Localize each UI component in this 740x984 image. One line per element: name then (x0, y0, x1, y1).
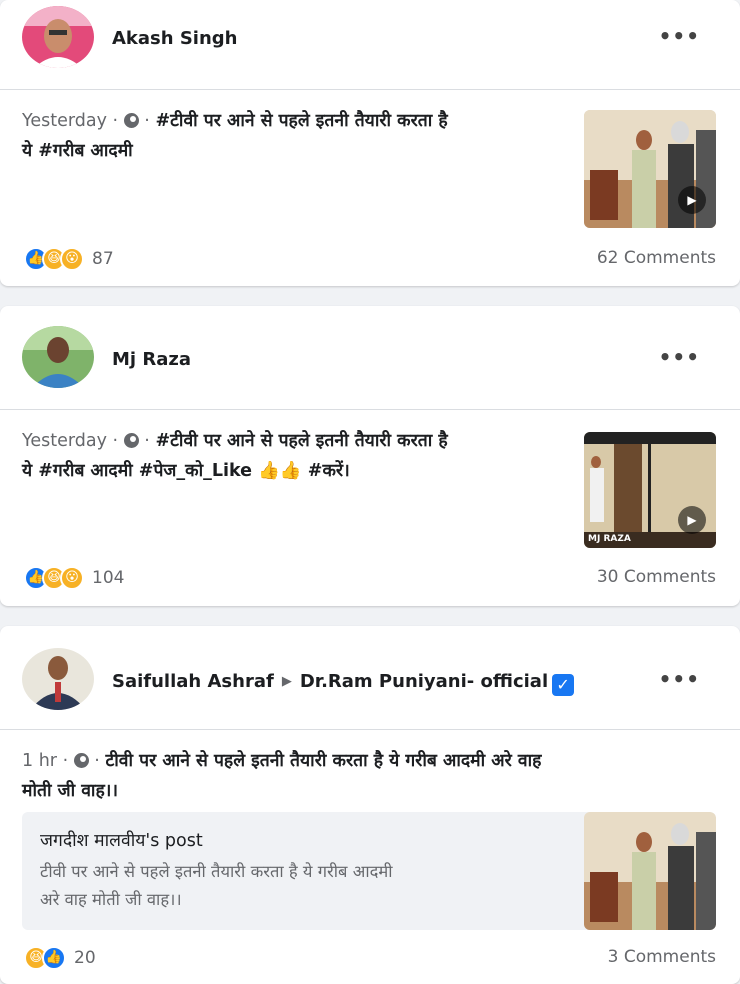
author-line: Saifullah Ashraf ▶ Dr.Ram Puniyani- offici… (112, 671, 575, 696)
post-text-line: ये #गरीब आदमी #पेज_को_Like 👍👍 #करें। (22, 461, 350, 481)
post-time[interactable]: Yesterday (22, 431, 107, 451)
post-card: Akash Singh ••• Yesterday · · #टीवी पर आ… (0, 0, 740, 286)
wow-reaction-icon: 😮 (60, 247, 84, 271)
post-time[interactable]: 1 hr (22, 751, 57, 771)
shared-post-thumbnail[interactable] (584, 812, 716, 930)
shared-post-line: अरे वाह मोती जी वाह।। (40, 890, 182, 909)
comments-link[interactable]: 3 Comments (608, 947, 716, 967)
separator: · (144, 431, 150, 451)
video-thumbnail[interactable]: ▶ MJ RAZA (584, 432, 716, 548)
target-page-name[interactable]: Dr.Ram Puniyani- official (300, 671, 548, 692)
reactions-summary[interactable]: 👍 😆 😮 104 (24, 565, 124, 591)
shared-post-preview[interactable]: जगदीश मालवीय's post टीवी पर आने से पहले … (22, 812, 716, 930)
shared-post-text: टीवी पर आने से पहले इतनी तैयारी करता है … (40, 858, 570, 914)
author-name[interactable]: Mj Raza (112, 349, 191, 370)
separator: · (112, 431, 119, 451)
more-options-icon[interactable]: ••• (659, 24, 700, 48)
globe-icon (123, 113, 139, 128)
post-text: 1 hr · · टीवी पर आने से पहले इतनी तैयारी… (22, 746, 712, 806)
avatar[interactable] (22, 326, 94, 388)
more-options-icon[interactable]: ••• (659, 345, 700, 369)
post-header: Saifullah Ashraf ▶ Dr.Ram Puniyani- offici… (0, 626, 740, 730)
post-text-content: #टीवी पर आने से पहले इतनी तैयारी करता है (155, 431, 448, 451)
avatar-image (22, 648, 94, 710)
shared-to-arrow-icon: ▶ (281, 674, 292, 689)
reactions-summary[interactable]: 😆 👍 20 (24, 945, 96, 971)
thumbnail-watermark: MJ RAZA (588, 534, 631, 544)
play-icon[interactable]: ▶ (678, 186, 706, 214)
post-text-line: मोती जी वाह।। (22, 781, 119, 801)
reaction-count: 87 (92, 249, 114, 269)
comments-link[interactable]: 62 Comments (597, 248, 716, 268)
post-header: Akash Singh ••• (0, 0, 740, 90)
post-text-line: 1 hr · · टीवी पर आने से पहले इतनी तैयारी… (22, 746, 712, 776)
separator: · (144, 111, 150, 131)
separator: · (62, 751, 69, 771)
shared-post-title[interactable]: जगदीश मालवीय's post (40, 828, 203, 852)
post-text-line: Yesterday · · #टीवी पर आने से पहले इतनी … (22, 426, 567, 456)
avatar[interactable] (22, 6, 94, 68)
post-time[interactable]: Yesterday (22, 111, 107, 131)
post-text: Yesterday · · #टीवी पर आने से पहले इतनी … (22, 426, 567, 486)
play-icon[interactable]: ▶ (678, 506, 706, 534)
avatar-image (22, 6, 94, 68)
reaction-count: 20 (74, 948, 96, 968)
video-thumbnail[interactable]: ▶ (584, 110, 716, 228)
author-name[interactable]: Akash Singh (112, 28, 238, 49)
comments-link[interactable]: 30 Comments (597, 567, 716, 587)
post-text-content: #टीवी पर आने से पहले इतनी तैयारी करता है (155, 111, 448, 131)
shared-post-line: टीवी पर आने से पहले इतनी तैयारी करता है … (40, 862, 393, 881)
post-text: Yesterday · · #टीवी पर आने से पहले इतनी … (22, 106, 562, 166)
separator: · (112, 111, 119, 131)
post-header: Mj Raza ••• (0, 306, 740, 410)
globe-icon (73, 753, 89, 768)
like-reaction-icon: 👍 (42, 946, 66, 970)
thumbnail-image (584, 812, 716, 930)
post-text-line: Yesterday · · #टीवी पर आने से पहले इतनी … (22, 106, 562, 136)
post-card: Saifullah Ashraf ▶ Dr.Ram Puniyani- offici… (0, 626, 740, 984)
post-text-line: ये #गरीब आदमी (22, 141, 133, 161)
reactions-summary[interactable]: 👍 😆 😮 87 (24, 246, 114, 272)
wow-reaction-icon: 😮 (60, 566, 84, 590)
author-name[interactable]: Saifullah Ashraf (112, 671, 274, 692)
more-options-icon[interactable]: ••• (659, 667, 700, 691)
post-text-content: टीवी पर आने से पहले इतनी तैयारी करता है … (105, 751, 542, 771)
post-card: Mj Raza ••• Yesterday · · #टीवी पर आने स… (0, 306, 740, 606)
avatar[interactable] (22, 648, 94, 710)
avatar-image (22, 326, 94, 388)
reaction-count: 104 (92, 568, 125, 588)
verified-badge-icon: ✓ (552, 674, 575, 696)
separator: · (94, 751, 100, 771)
globe-icon (123, 433, 139, 448)
